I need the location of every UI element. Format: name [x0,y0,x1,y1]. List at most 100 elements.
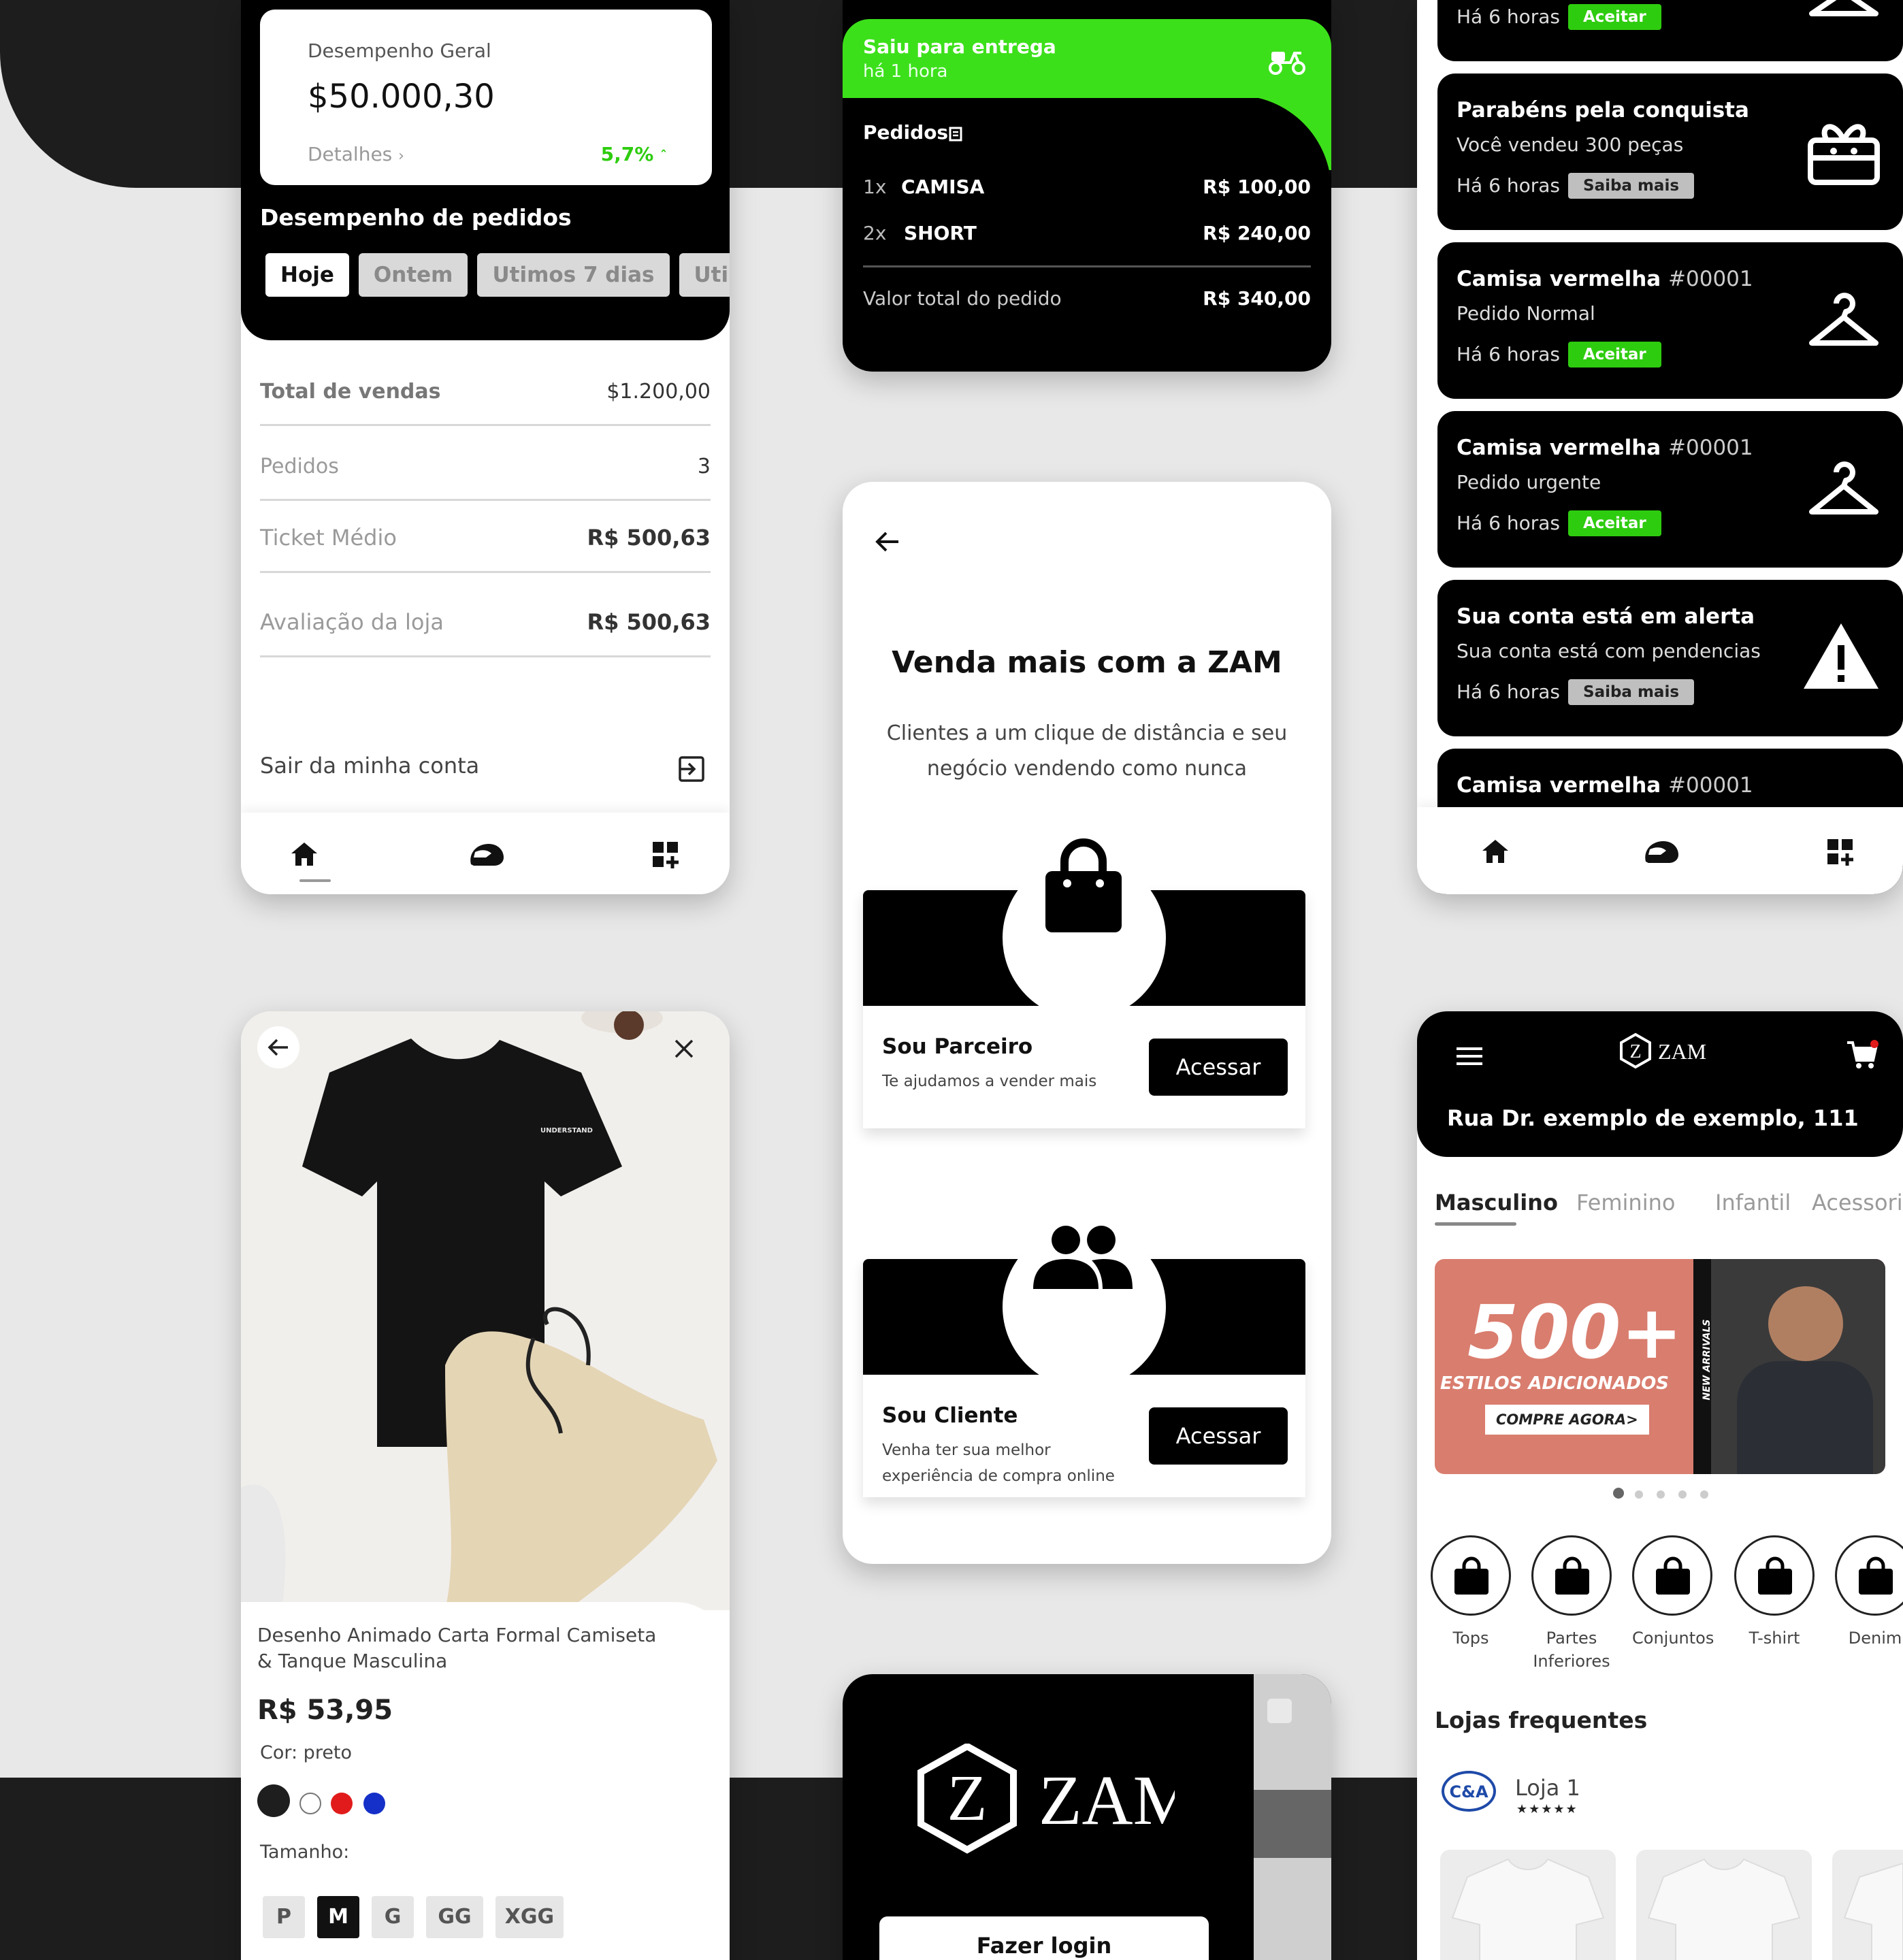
login-button[interactable]: Fazer login [879,1916,1209,1960]
notification-time: Há 6 horas [1457,5,1560,28]
size-option[interactable]: XGG [495,1896,564,1938]
store-name[interactable]: Loja 1 [1515,1775,1580,1801]
shopping-bag-icon [1859,1556,1893,1595]
active-tab-indicator [1435,1222,1516,1226]
home-active-indicator [299,879,331,882]
product-thumbnail[interactable] [1832,1850,1903,1960]
notification-card[interactable]: Parabéns pela conquista Você vendeu 300 … [1437,74,1903,230]
stat-label: Pedidos [260,455,339,478]
status-title: Saiu para entrega [863,35,1056,58]
notification-card[interactable]: Camisa vermelha #00001 Pedido Normal Há … [1437,242,1903,399]
notification-card[interactable]: Camisa vermelha #00001 Pedido urgente Há… [1437,411,1903,568]
delivery-address[interactable]: Rua Dr. exemplo de exemplo, 111 [1447,1105,1859,1131]
home-icon[interactable] [290,841,319,867]
chip-last-7-days[interactable]: Utimos 7 dias [477,253,670,297]
category-label: Conjuntos [1632,1629,1714,1648]
notification-title-text: Camisa vermelha [1457,267,1661,291]
color-swatch-black[interactable] [257,1784,290,1817]
product-detail-screen: UNDERSTAND Desenho Animado Carta Formal … [241,1011,730,1960]
category-circle [1835,1535,1903,1616]
shop-home-screen: Z ZAM Rua Dr. exemplo de exemplo, 111 Ma… [1417,1011,1903,1960]
bottom-nav [241,813,730,894]
product-thumbnail[interactable] [1636,1850,1812,1960]
order-code: #00001 [1668,436,1753,460]
product-price: R$ 53,95 [257,1695,393,1726]
tab-feminino[interactable]: Feminino [1576,1190,1675,1215]
product-image: UNDERSTAND [241,1011,730,1610]
accept-badge[interactable]: Aceitar [1568,342,1661,368]
notification-title: Camisa vermelha #00001 [1457,773,1753,798]
order-code: #00001 [1668,267,1753,291]
notification-card[interactable]: Sua conta está em alerta Sua conta está … [1437,580,1903,736]
chip-today[interactable]: Hoje [265,253,349,297]
size-option[interactable]: G [372,1896,414,1938]
zam-logo-text: ZAM [1039,1761,1175,1840]
notification-subtitle: Você vendeu 300 peças [1457,133,1684,156]
category-item[interactable]: Tops [1431,1535,1511,1650]
category-item[interactable]: T-shirt [1734,1535,1815,1650]
store-logo[interactable]: C&A [1442,1771,1496,1812]
promo-banner[interactable]: 500+ ESTILOS ADICIONADOS COMPRE AGORA> N… [1435,1259,1885,1474]
chevron-right-icon: › [398,148,404,165]
logout-label[interactable]: Sair da minha conta [260,753,479,779]
category-item[interactable]: Partes Inferiores [1531,1535,1612,1673]
category-item[interactable]: Conjuntos [1632,1535,1714,1650]
size-option[interactable]: M [317,1896,359,1938]
dashboard-header: Desempenho Geral $50.000,30 Detalhes › 5… [241,0,730,340]
partner-card: Sou Parceiro Te ajudamos a vender mais A… [863,838,1305,1128]
chip-last-30-days[interactable]: Utimos 3 [679,253,730,297]
partner-title: Sou Parceiro [882,1034,1033,1059]
stat-row: Pedidos 3 [260,426,711,501]
color-swatch-red[interactable] [331,1793,353,1814]
color-swatch-white[interactable] [299,1793,321,1814]
close-icon[interactable] [674,1039,694,1059]
carousel-dots [1613,1488,1708,1501]
stat-label: Total de vendas [260,380,441,404]
partner-access-button[interactable]: Acessar [1149,1039,1288,1096]
dashboard-add-icon[interactable] [652,841,679,868]
category-label: Denim [1848,1629,1902,1648]
hanger-icon [1806,290,1881,351]
shopping-bag-icon [1555,1556,1589,1595]
tab-infantil[interactable]: Infantil [1715,1190,1791,1215]
size-option[interactable]: GG [426,1896,483,1938]
stat-value: $1.200,00 [606,380,711,404]
accept-badge[interactable]: Aceitar [1568,4,1661,30]
learn-more-badge[interactable]: Saiba mais [1568,173,1695,199]
color-swatch-blue[interactable] [363,1793,385,1814]
cart-icon[interactable] [1846,1040,1878,1070]
banner-cta[interactable]: COMPRE AGORA> [1485,1405,1649,1435]
tab-acessorios[interactable]: Acessorios [1812,1190,1903,1215]
dashboard-screen: Desempenho Geral $50.000,30 Detalhes › 5… [241,0,730,894]
menu-icon[interactable] [1457,1047,1482,1066]
accept-badge[interactable]: Aceitar [1568,510,1661,536]
notification-card[interactable]: Há 6 horas Aceitar [1437,0,1903,61]
item-price: R$ 240,00 [1203,222,1311,244]
total-label: Valor total do pedido [863,287,1062,310]
size-option[interactable]: P [263,1896,305,1938]
shop-header: Z ZAM Rua Dr. exemplo de exemplo, 111 [1417,1011,1903,1157]
helmet-icon[interactable] [466,841,505,868]
notification-title: Sua conta está em alerta [1457,604,1755,629]
learn-more-badge[interactable]: Saiba mais [1568,679,1695,705]
bottom-nav [1417,807,1903,894]
logout-icon[interactable] [678,755,705,783]
dashboard-add-icon[interactable] [1827,838,1854,866]
product-thumbnail[interactable] [1440,1850,1616,1960]
category-label: T-shirt [1749,1629,1800,1648]
chip-yesterday[interactable]: Ontem [358,253,468,297]
home-icon[interactable] [1481,838,1510,864]
shopping-bag-icon [1041,838,1126,934]
back-arrow-icon[interactable] [875,531,900,553]
details-link[interactable]: Detalhes › [308,143,404,165]
client-card: Sou Cliente Venha ter sua melhor experiê… [863,1225,1305,1497]
tab-masculino[interactable]: Masculino [1435,1190,1558,1215]
background-photo-strip [1254,1674,1331,1960]
back-button[interactable] [257,1026,299,1068]
orders-performance-title: Desempenho de pedidos [260,204,572,231]
client-access-button[interactable]: Acessar [1149,1407,1288,1465]
helmet-icon[interactable] [1640,838,1680,866]
growth-indicator: 5,7% ˆ [601,143,667,165]
partner-desc: Te ajudamos a vender mais [882,1073,1097,1090]
category-item[interactable]: Denim [1835,1535,1903,1650]
